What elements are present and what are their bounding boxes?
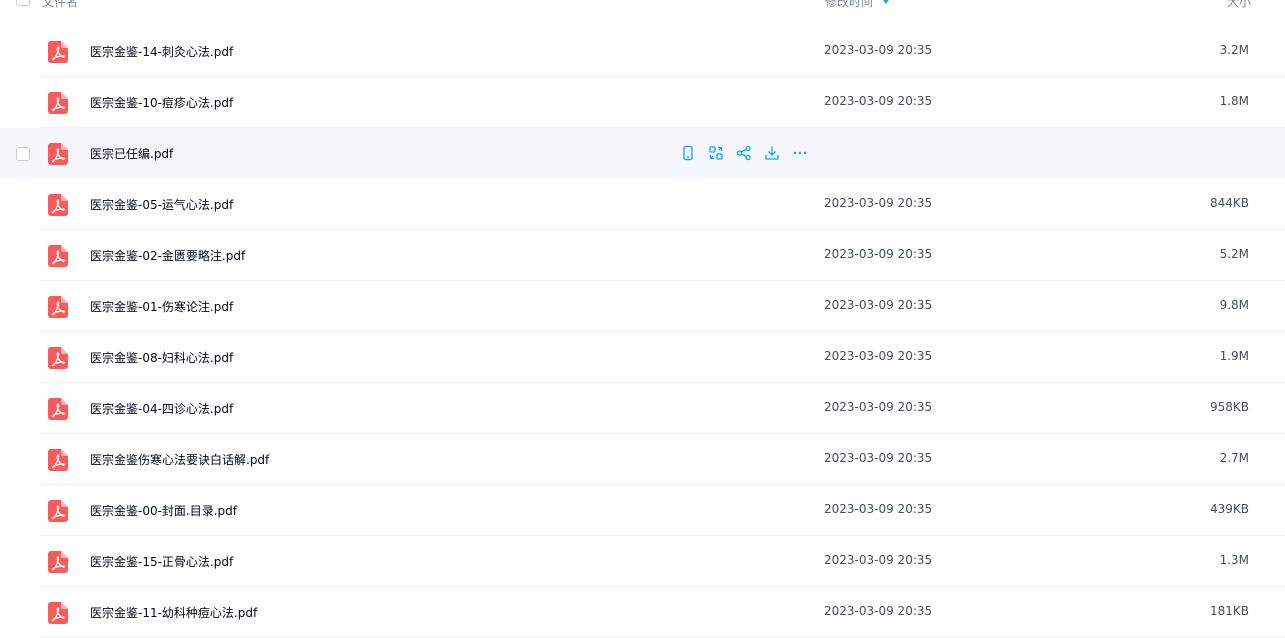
- pdf-file-icon: [48, 500, 68, 522]
- file-row[interactable]: 医宗金鉴伤寒心法要诀白话解.pdf 2023-03-09 20:35 2.7M: [0, 434, 1285, 485]
- file-name[interactable]: 医宗金鉴-11-幼科种痘心法.pdf: [90, 604, 257, 621]
- file-name[interactable]: 医宗金鉴-01-伤寒论注.pdf: [90, 298, 233, 315]
- file-size: 958KB: [1209, 400, 1249, 414]
- file-name[interactable]: 医宗金鉴-00-封面.目录.pdf: [90, 502, 237, 519]
- pdf-file-icon: [48, 143, 68, 165]
- file-row[interactable]: 医宗金鉴-01-伤寒论注.pdf 2023-03-09 20:35 9.8M: [0, 281, 1285, 332]
- file-name[interactable]: 医宗金鉴伤寒心法要诀白话解.pdf: [90, 451, 269, 468]
- file-size: 5.2M: [1219, 247, 1249, 261]
- pdf-file-icon: [48, 449, 68, 471]
- file-modified-time: 2023-03-09 20:35: [824, 298, 933, 312]
- file-row[interactable]: 医宗金鉴-10-痘疹心法.pdf 2023-03-09 20:35 1.8M: [0, 77, 1285, 128]
- file-row[interactable]: 医宗金鉴-08-妇科心法.pdf 2023-03-09 20:35 1.9M: [0, 332, 1285, 383]
- pdf-file-icon: [48, 194, 68, 216]
- file-row[interactable]: 医宗金鉴-02-金匮要略注.pdf 2023-03-09 20:35 5.2M: [0, 230, 1285, 281]
- file-name[interactable]: 医宗金鉴-02-金匮要略注.pdf: [90, 247, 245, 264]
- file-modified-time: 2023-03-09 20:35: [824, 604, 933, 618]
- file-name[interactable]: 医宗金鉴-04-四诊心法.pdf: [90, 400, 233, 417]
- pdf-file-icon: [48, 551, 68, 573]
- file-row[interactable]: 医宗金鉴-04-四诊心法.pdf 2023-03-09 20:35 958KB: [0, 383, 1285, 434]
- pdf-file-icon: [48, 398, 68, 420]
- row-checkbox[interactable]: [16, 147, 30, 161]
- pdf-file-icon: [48, 347, 68, 369]
- pdf-file-icon: [48, 296, 68, 318]
- share-icon[interactable]: [736, 145, 752, 161]
- file-size: 9.8M: [1219, 298, 1249, 312]
- transfer-icon[interactable]: [708, 145, 724, 161]
- column-header-name[interactable]: 文件名: [42, 0, 78, 10]
- file-modified-time: 2023-03-09 20:35: [824, 43, 933, 57]
- file-modified-time: 2023-03-09 20:35: [824, 94, 933, 108]
- file-modified-time: 2023-03-09 20:35: [824, 400, 933, 414]
- file-row[interactable]: 医宗已任编.pdf: [0, 128, 1285, 179]
- file-modified-time: 2023-03-09 20:35: [824, 502, 933, 516]
- file-size: 3.2M: [1219, 43, 1249, 57]
- file-size: 181KB: [1209, 604, 1249, 618]
- phone-icon[interactable]: [680, 145, 696, 161]
- file-size: 1.3M: [1219, 553, 1249, 567]
- file-modified-time: 2023-03-09 20:35: [824, 247, 933, 261]
- select-all-checkbox[interactable]: [16, 0, 30, 6]
- file-modified-time: 2023-03-09 20:35: [824, 553, 933, 567]
- file-row[interactable]: 医宗金鉴-00-封面.目录.pdf 2023-03-09 20:35 439KB: [0, 485, 1285, 536]
- file-size: 2.7M: [1219, 451, 1249, 465]
- file-size: 1.9M: [1219, 349, 1249, 363]
- file-name[interactable]: 医宗金鉴-08-妇科心法.pdf: [90, 349, 233, 366]
- file-row[interactable]: 医宗金鉴-11-幼科种痘心法.pdf 2023-03-09 20:35 181K…: [0, 587, 1285, 638]
- file-name[interactable]: 医宗金鉴-14-刺灸心法.pdf: [90, 43, 233, 60]
- file-modified-time: 2023-03-09 20:35: [824, 451, 933, 465]
- column-header-size[interactable]: 大小: [1227, 0, 1251, 10]
- file-modified-time: 2023-03-09 20:35: [824, 349, 933, 363]
- pdf-file-icon: [48, 245, 68, 267]
- pdf-file-icon: [48, 92, 68, 114]
- file-modified-time: 2023-03-09 20:35: [824, 196, 933, 210]
- file-row[interactable]: 医宗金鉴-14-刺灸心法.pdf 2023-03-09 20:35 3.2M: [0, 26, 1285, 77]
- file-name[interactable]: 医宗已任编.pdf: [90, 145, 173, 162]
- more-icon[interactable]: [792, 145, 808, 161]
- file-size: 439KB: [1209, 502, 1249, 516]
- download-icon[interactable]: [764, 145, 780, 161]
- file-row[interactable]: 医宗金鉴-05-运气心法.pdf 2023-03-09 20:35 844KB: [0, 179, 1285, 230]
- file-size: 844KB: [1209, 196, 1249, 210]
- file-list: 医宗金鉴-14-刺灸心法.pdf 2023-03-09 20:35 3.2M 医…: [0, 26, 1285, 638]
- file-list-header: 文件名 修改时间 大小: [0, 0, 1285, 14]
- column-header-modified-time[interactable]: 修改时间: [825, 0, 873, 10]
- file-name[interactable]: 医宗金鉴-10-痘疹心法.pdf: [90, 94, 233, 111]
- pdf-file-icon: [48, 41, 68, 63]
- sort-desc-icon[interactable]: [882, 0, 890, 4]
- pdf-file-icon: [48, 602, 68, 624]
- file-size: 1.8M: [1219, 94, 1249, 108]
- file-row[interactable]: 医宗金鉴-15-正骨心法.pdf 2023-03-09 20:35 1.3M: [0, 536, 1285, 587]
- file-name[interactable]: 医宗金鉴-05-运气心法.pdf: [90, 196, 233, 213]
- file-name[interactable]: 医宗金鉴-15-正骨心法.pdf: [90, 553, 233, 570]
